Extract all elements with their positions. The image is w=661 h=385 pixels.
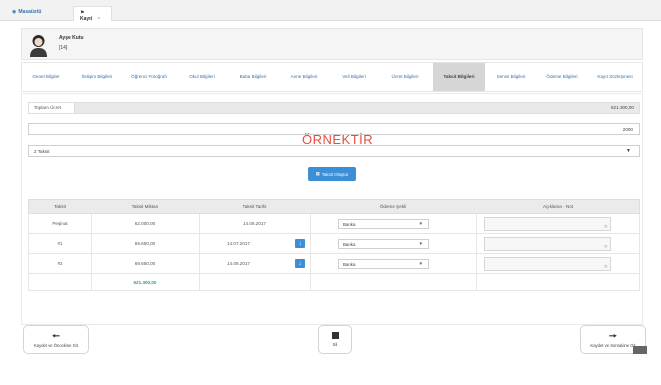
table-icon: ▦: [315, 171, 320, 176]
tab-register-label: Kayıt: [80, 16, 93, 22]
table-total-row: 621.300,00: [28, 274, 640, 291]
payment-method-value: Banka: [343, 262, 356, 267]
tab-kayit-sozlesmesi[interactable]: Kayıt Sözleşmesi: [587, 63, 643, 91]
tab-taksit-bilgileri[interactable]: Taksit Bilgileri: [433, 63, 485, 91]
note-textarea[interactable]: ≑: [484, 237, 611, 251]
arrow-right-icon: 🠖: [609, 330, 617, 341]
row-miktar: 69.650,00: [134, 261, 156, 266]
avatar: [30, 35, 47, 57]
row-miktar: 62.000,00: [134, 221, 156, 226]
installment-count-select[interactable]: 2 Taksit ▼: [28, 145, 640, 157]
row-taksit: #2: [57, 261, 63, 266]
total-fee-field: Toplam Ücret 621.300,00: [28, 102, 640, 114]
create-installments-button[interactable]: ▦ Taksit Oluştur: [308, 167, 356, 181]
dashboard-icon: ◉: [12, 9, 17, 15]
delete-label: Sil: [332, 342, 338, 347]
resize-handle-icon: ≑: [603, 224, 608, 230]
row-miktar: 69.650,00: [134, 241, 156, 246]
table-row: #2 69.650,00 14.08.2017 ↓ Banka ▼ ≑: [28, 254, 640, 274]
installment-table-header: Taksit Taksit Miktarı Taksit Tarihi Ödem…: [28, 199, 640, 214]
delete-button[interactable]: Sil: [318, 325, 352, 354]
tab-iletisim-bilgileri[interactable]: İletişim Bilgileri: [75, 63, 119, 91]
caret-down-icon: ▼: [418, 221, 423, 226]
date-picker-icon[interactable]: ↓: [295, 239, 305, 248]
tab-genel-bilgiler[interactable]: Genel Bilgiler: [22, 63, 70, 91]
resize-handle-icon: ≑: [603, 264, 608, 270]
payment-method-value: Banka: [343, 242, 356, 247]
window-tab-bar: ◉ Masaüstü ⚑Kayıt ×: [0, 0, 661, 22]
tab-veli-bilgileri[interactable]: Veli Bilgileri: [330, 63, 378, 91]
caret-down-icon: ▼: [418, 261, 423, 266]
tab-home[interactable]: ◉ Masaüstü: [6, 6, 47, 21]
row-tarih: 14.08.2017: [227, 261, 250, 266]
row-tarih: 14.06.2017: [243, 221, 266, 226]
payment-method-value: Banka: [343, 222, 356, 227]
save-and-previous-label: Kaydet ve Öncekine Git: [34, 342, 78, 348]
date-picker-icon[interactable]: ↓: [295, 259, 305, 268]
total-fee-value: 621.300,00: [611, 105, 634, 110]
resize-handle-icon: ≑: [603, 244, 608, 250]
caret-down-icon: ▼: [626, 148, 631, 154]
tab-ucret-bilgileri[interactable]: Ücret Bilgileri: [379, 63, 431, 91]
payment-method-select[interactable]: Banka ▼: [338, 259, 429, 269]
tab-odeme-bilgileri[interactable]: Ödeme Bilgileri: [540, 63, 584, 91]
student-name: Ayşe Kutu: [59, 35, 84, 41]
tab-servis-bilgileri[interactable]: Servis Bilgileri: [485, 63, 537, 91]
down-payment-value: 2000: [622, 127, 633, 132]
tab-baba-bilgileri[interactable]: Baba Bilgileri: [228, 63, 278, 91]
total-fee-label: Toplam Ücret: [29, 103, 75, 113]
note-textarea[interactable]: ≑: [484, 217, 611, 231]
student-id: [14]: [59, 45, 68, 51]
tab-okul-bilgileri[interactable]: Okul Bilgileri: [177, 63, 227, 91]
payment-method-select[interactable]: Banka ▼: [338, 239, 429, 249]
tab-ogrenci-fotografi[interactable]: Öğrenci Fotoğrafı: [124, 63, 174, 91]
header-aciklama: Açıklama - Not: [542, 204, 574, 209]
save-and-next-label: Kaydet ve Sonrakine Git: [590, 342, 636, 348]
installment-count-value: 2 Taksit: [34, 149, 50, 154]
row-taksit: Peşinat: [52, 221, 68, 226]
scrollbar-thumb[interactable]: [633, 346, 647, 354]
header-tarih: Taksit Tarihi: [242, 204, 267, 209]
caret-down-icon: ▼: [418, 241, 423, 246]
arrow-left-icon: 🠔: [52, 330, 60, 341]
installment-total: 621.300,00: [133, 279, 157, 285]
row-tarih: 14.07.2017: [227, 241, 250, 246]
stop-icon: [331, 332, 339, 339]
note-textarea[interactable]: ≑: [484, 257, 611, 271]
tab-anne-bilgileri[interactable]: Anne Bilgileri: [279, 63, 329, 91]
header-miktar: Taksit Miktarı: [131, 204, 159, 209]
close-icon[interactable]: ×: [97, 16, 100, 22]
create-installments-label: Taksit Oluştur: [321, 171, 349, 177]
tab-home-label: Masaüstü: [18, 9, 42, 15]
student-profile-header: Ayşe Kutu [14]: [21, 28, 643, 60]
row-taksit: #1: [57, 241, 63, 246]
table-row: #1 69.650,00 14.07.2017 ↓ Banka ▼ ≑: [28, 234, 640, 254]
header-odeme: Ödeme Şekli: [379, 204, 407, 209]
header-taksit: Taksit: [54, 204, 66, 209]
tab-register[interactable]: ⚑Kayıt ×: [73, 6, 112, 22]
table-row: Peşinat 62.000,00 14.06.2017 Banka ▼ ≑: [28, 214, 640, 234]
section-tab-bar: Genel Bilgiler İletişim Bilgileri Öğrenc…: [21, 62, 643, 92]
save-and-previous-button[interactable]: 🠔 Kaydet ve Öncekine Git: [23, 325, 89, 354]
payment-method-select[interactable]: Banka ▼: [338, 219, 429, 229]
